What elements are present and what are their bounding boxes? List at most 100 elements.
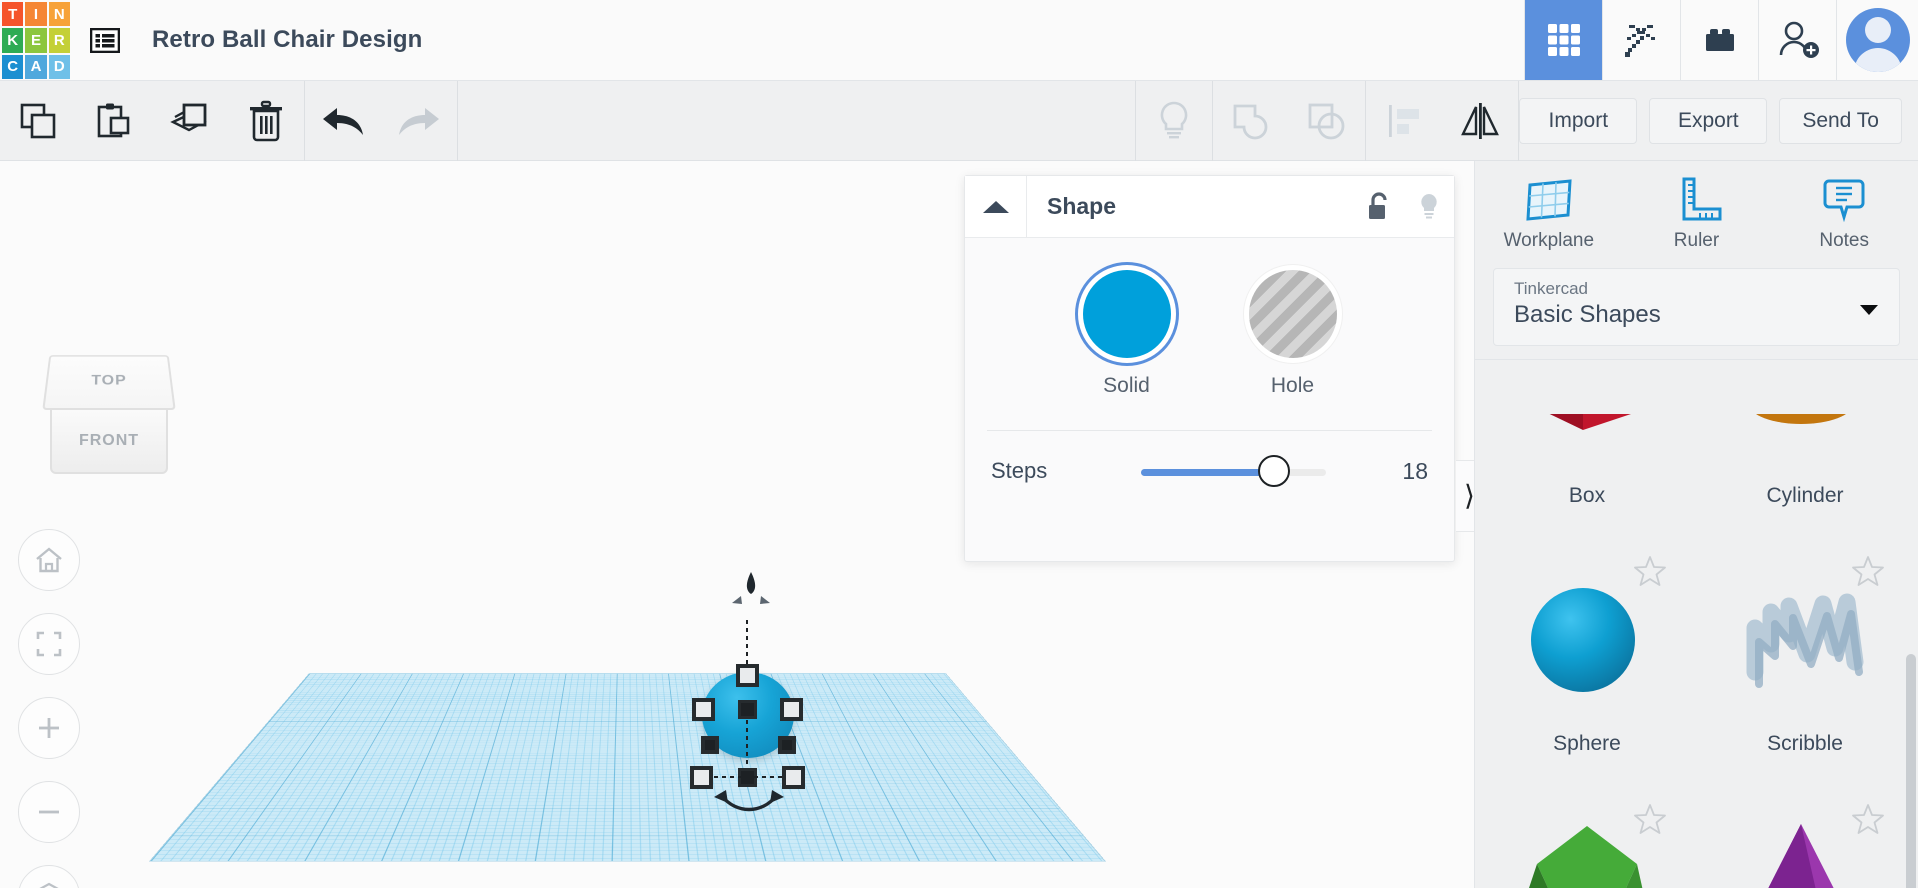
delete-icon	[250, 100, 282, 141]
nav-controls	[18, 529, 80, 888]
zoom-in-button[interactable]	[18, 697, 80, 759]
resize-handle-left[interactable]	[692, 698, 715, 721]
logo-tile-e: E	[25, 28, 47, 53]
logo-tile-t: T	[2, 2, 24, 27]
import-button[interactable]: Import	[1519, 97, 1638, 144]
pickaxe-icon	[1624, 25, 1655, 57]
steps-slider[interactable]	[1141, 455, 1326, 487]
logo-tile-i: I	[25, 2, 47, 27]
tinkercad-logo[interactable]: TINKERCAD	[0, 0, 72, 81]
view-cube-front[interactable]: FRONT	[50, 408, 168, 474]
view-cube[interactable]: TOP FRONT	[40, 346, 192, 498]
favorite-star-icon[interactable]	[1851, 802, 1885, 836]
home-view-button[interactable]	[18, 529, 80, 591]
resize-handle-right[interactable]	[780, 698, 803, 721]
logo-tile-n: N	[48, 2, 70, 27]
sendto-button[interactable]: Send To	[1779, 97, 1902, 144]
panel-tool-row: Workplane Ruler Notes	[1475, 161, 1918, 262]
shape-item-sphere[interactable]: Sphere	[1487, 542, 1687, 790]
favorite-star-icon[interactable]	[1633, 802, 1667, 836]
solid-swatch	[1082, 270, 1171, 358]
shape-inspector-panel: Shape Solid Hole Steps 18 ⟩	[964, 175, 1484, 562]
logo-tile-k: K	[2, 28, 24, 53]
slider-fill	[1141, 469, 1267, 476]
shape-item-cylinder[interactable]: Cylinder	[1705, 414, 1905, 542]
top-icon-blocks[interactable]	[1524, 0, 1602, 80]
align-button[interactable]	[1366, 81, 1442, 161]
mirror-button[interactable]	[1442, 81, 1518, 161]
rotate-handle-icon[interactable]	[708, 788, 790, 823]
uniform-resize-handle-center[interactable]	[738, 700, 757, 719]
zoom-out-button[interactable]	[18, 781, 80, 843]
favorite-star-icon[interactable]	[1851, 554, 1885, 588]
ungroup-icon	[1308, 103, 1345, 139]
shape-item-scribble[interactable]: Scribble	[1705, 542, 1905, 790]
group-button[interactable]	[1213, 81, 1289, 161]
workplane-tool-label: Workplane	[1503, 230, 1595, 251]
undo-button[interactable]	[305, 81, 381, 161]
ortho-perspective-button[interactable]	[18, 865, 80, 888]
fit-view-button[interactable]	[18, 613, 80, 675]
document-title[interactable]: Retro Ball Chair Design	[138, 0, 1524, 80]
notes-tool[interactable]: Notes	[1770, 175, 1918, 252]
resize-handle-top[interactable]	[736, 664, 759, 687]
corner-handle-left[interactable]	[701, 736, 719, 754]
ungroup-button[interactable]	[1289, 81, 1365, 161]
cylinder-shape-icon	[1755, 414, 1847, 424]
shape-item-box[interactable]: Box	[1487, 414, 1687, 542]
shape-item-cone[interactable]	[1705, 790, 1905, 888]
shape-item-polyhedron[interactable]	[1487, 790, 1687, 888]
user-avatar-button[interactable]	[1836, 0, 1918, 80]
top-icon-invite[interactable]	[1758, 0, 1836, 80]
steps-value[interactable]: 18	[1402, 458, 1428, 485]
box-name: Box	[1568, 484, 1606, 507]
hole-mode-option[interactable]: Hole	[1248, 270, 1337, 398]
height-handle-icon[interactable]	[728, 570, 774, 617]
export-button[interactable]: Export	[1649, 97, 1768, 144]
align-icon	[1389, 104, 1420, 137]
right-panel: Workplane Ruler Notes Tinkercad Basic Sh…	[1474, 161, 1918, 888]
logo-tile-a: A	[25, 54, 47, 79]
unlock-icon	[1369, 191, 1387, 219]
duplicate-button[interactable]	[152, 81, 228, 161]
shape-hint-button[interactable]	[1404, 191, 1454, 223]
shape-library-select[interactable]: Tinkercad Basic Shapes	[1493, 268, 1900, 346]
ruler-tool[interactable]: Ruler	[1623, 175, 1771, 252]
inspector-body: Solid Hole Steps 18	[965, 238, 1454, 511]
workplane-icon	[1526, 179, 1572, 221]
top-icon-bricks[interactable]	[1680, 0, 1758, 80]
copy-button[interactable]	[0, 81, 76, 161]
fit-view-icon	[36, 631, 62, 657]
box-shape-icon	[1549, 414, 1631, 430]
box-thumb	[1487, 414, 1687, 484]
favorite-star-icon[interactable]	[1633, 554, 1667, 588]
sphere-thumb	[1487, 542, 1687, 732]
top-icon-minecraft[interactable]	[1602, 0, 1680, 80]
zoom-out-icon	[39, 810, 59, 814]
logo-tile-r: R	[48, 28, 70, 53]
shape-library-grid[interactable]: Box Cylinder Sphere Scribble	[1475, 414, 1918, 888]
project-menu-button[interactable]	[72, 0, 138, 80]
delete-button[interactable]	[228, 81, 304, 161]
lightbulb-icon	[1421, 193, 1437, 218]
shape-grid-scrollbar[interactable]	[1906, 654, 1916, 888]
paste-button[interactable]	[76, 81, 152, 161]
workplane-grid[interactable]	[150, 673, 1105, 861]
scribble-name: Scribble	[1767, 732, 1843, 755]
zoom-in-icon	[39, 718, 59, 738]
lock-toggle-button[interactable]	[1354, 191, 1404, 223]
cylinder-thumb	[1705, 414, 1905, 484]
copy-icon	[20, 103, 56, 138]
hint-button[interactable]	[1136, 81, 1212, 161]
inspector-collapse-button[interactable]	[965, 176, 1027, 237]
cone-thumb	[1705, 790, 1905, 888]
tinkercad-editor: TINKERCAD Retro Ball Chair Design Import…	[0, 0, 1918, 888]
redo-button[interactable]	[381, 81, 457, 161]
slider-thumb[interactable]	[1258, 455, 1290, 487]
corner-handle-right[interactable]	[778, 736, 796, 754]
inspector-title: Shape	[1047, 193, 1117, 219]
view-cube-top[interactable]: TOP	[42, 355, 176, 410]
solid-mode-option[interactable]: Solid	[1082, 270, 1171, 398]
workplane-tool[interactable]: Workplane	[1475, 175, 1623, 252]
resize-handle-bottom-left[interactable]	[690, 766, 713, 789]
